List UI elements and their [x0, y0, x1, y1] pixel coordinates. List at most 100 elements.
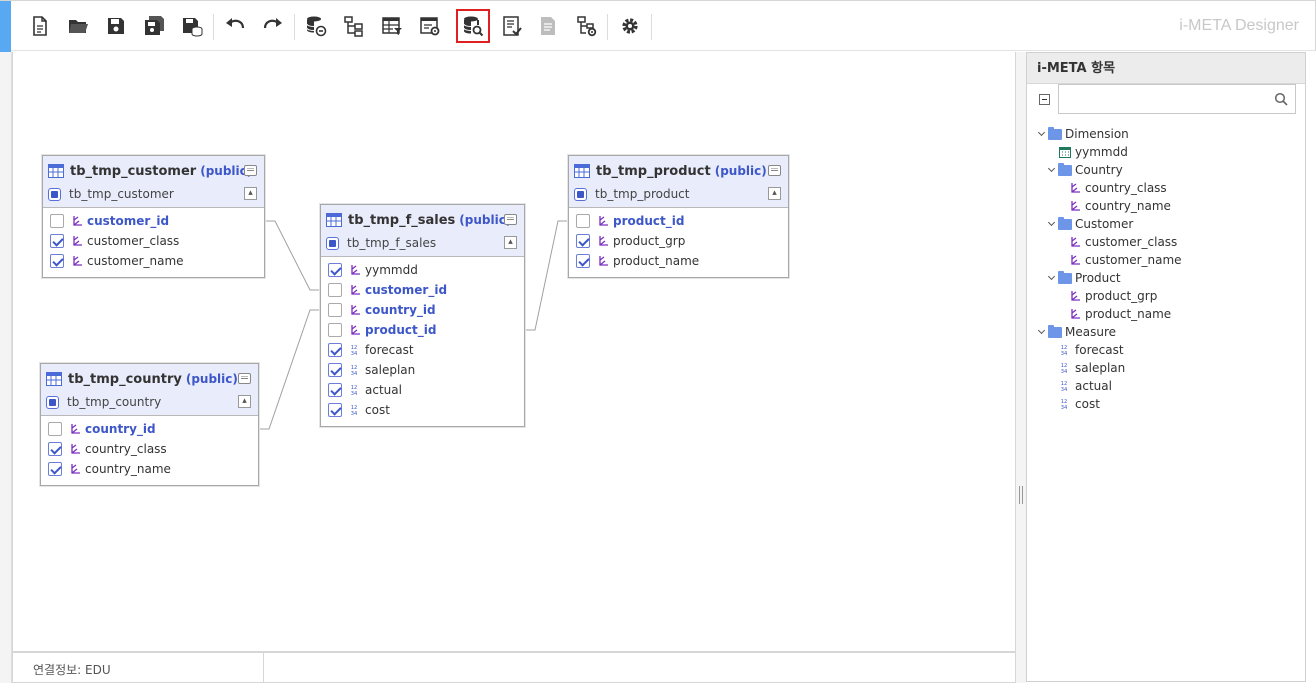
expand-toggle-icon[interactable] [1047, 165, 1057, 175]
column-row[interactable]: 12 34 cost [321, 400, 524, 420]
table-settings-button[interactable] [413, 9, 447, 43]
column-checkbox[interactable] [576, 214, 590, 228]
collapse-button[interactable]: ▴ [244, 187, 257, 200]
column-checkbox[interactable] [576, 254, 590, 268]
table-tb_tmp_customer[interactable]: tb_tmp_customer (public) tb_tmp_customer… [42, 155, 265, 278]
tree-node-product[interactable]: Product [1027, 269, 1305, 287]
table-header[interactable]: tb_tmp_f_sales (public) tb_tmp_f_sales ▴ [321, 205, 524, 257]
tree-structure-button[interactable] [337, 9, 371, 43]
column-checkbox[interactable] [328, 343, 342, 357]
collapse-button[interactable]: ▴ [768, 187, 781, 200]
expand-toggle-icon[interactable] [1037, 327, 1047, 337]
select-all-checkbox[interactable] [48, 187, 61, 201]
table-icon [46, 372, 62, 386]
search-icon[interactable] [1274, 92, 1288, 106]
column-checkbox[interactable] [328, 323, 342, 337]
tree-node-customer_class[interactable]: customer_class [1027, 233, 1305, 251]
column-row[interactable]: product_name [569, 251, 788, 271]
db-link-button[interactable] [299, 9, 333, 43]
settings-button[interactable] [613, 9, 647, 43]
column-row[interactable]: country_name [41, 459, 258, 479]
column-row[interactable]: customer_class [43, 231, 264, 251]
column-checkbox[interactable] [576, 234, 590, 248]
tree-node-cost[interactable]: 12 34 cost [1027, 395, 1305, 413]
column-checkbox[interactable] [328, 363, 342, 377]
tree-node-customer[interactable]: Customer [1027, 215, 1305, 233]
table-filter-button[interactable] [375, 9, 409, 43]
new-document-button[interactable] [23, 9, 57, 43]
column-checkbox[interactable] [328, 303, 342, 317]
select-all-checkbox[interactable] [574, 187, 587, 201]
search-input[interactable] [1058, 84, 1296, 114]
tree-node-country[interactable]: Country [1027, 161, 1305, 179]
table-menu-button[interactable] [244, 165, 257, 176]
expand-toggle-icon[interactable] [1037, 129, 1047, 139]
column-checkbox[interactable] [328, 403, 342, 417]
column-checkbox[interactable] [48, 442, 62, 456]
table-tb_tmp_country[interactable]: tb_tmp_country (public) tb_tmp_country ▴… [40, 363, 259, 486]
column-checkbox[interactable] [328, 263, 342, 277]
splitter-grip-icon[interactable] [1019, 486, 1023, 504]
table-header[interactable]: tb_tmp_country (public) tb_tmp_country ▴ [41, 364, 258, 416]
tree-node-saleplan[interactable]: 12 34 saleplan [1027, 359, 1305, 377]
column-name: product_name [613, 254, 700, 268]
column-checkbox[interactable] [50, 214, 64, 228]
tree-node-measure[interactable]: Measure [1027, 323, 1305, 341]
column-row[interactable]: yymmdd [321, 260, 524, 280]
table-header[interactable]: tb_tmp_customer (public) tb_tmp_customer… [43, 156, 264, 208]
db-search-button[interactable] [456, 9, 490, 43]
table-menu-button[interactable] [238, 373, 251, 384]
panel-splitter[interactable] [1016, 52, 1026, 683]
column-row[interactable]: 12 34 forecast [321, 340, 524, 360]
column-row[interactable]: 12 34 saleplan [321, 360, 524, 380]
save-db-button[interactable] [175, 9, 209, 43]
column-checkbox[interactable] [328, 383, 342, 397]
collapse-button[interactable]: ▴ [504, 236, 517, 249]
table-tb_tmp_f_sales[interactable]: tb_tmp_f_sales (public) tb_tmp_f_sales ▴… [320, 204, 525, 427]
tree-node-actual[interactable]: 12 34 actual [1027, 377, 1305, 395]
column-row[interactable]: 12 34 actual [321, 380, 524, 400]
table-header[interactable]: tb_tmp_product (public) tb_tmp_product ▴ [569, 156, 788, 208]
column-checkbox[interactable] [328, 283, 342, 297]
column-checkbox[interactable] [50, 234, 64, 248]
select-all-checkbox[interactable] [46, 395, 59, 409]
column-row[interactable]: product_id [321, 320, 524, 340]
tree-node-forecast[interactable]: 12 34 forecast [1027, 341, 1305, 359]
column-checkbox[interactable] [50, 254, 64, 268]
column-row[interactable]: customer_id [321, 280, 524, 300]
column-checkbox[interactable] [48, 422, 62, 436]
expand-toggle-icon[interactable] [1047, 273, 1057, 283]
redo-button[interactable] [256, 9, 290, 43]
collapse-button[interactable]: ▴ [238, 395, 251, 408]
column-row[interactable]: country_id [321, 300, 524, 320]
tree-node-country_class[interactable]: country_class [1027, 179, 1305, 197]
table-menu-button[interactable] [504, 214, 517, 225]
checklist-button[interactable] [495, 9, 529, 43]
table-icon [574, 164, 590, 178]
expand-toggle-icon[interactable] [1047, 219, 1057, 229]
tree-node-yymmdd[interactable]: yymmdd [1027, 143, 1305, 161]
column-row[interactable]: customer_name [43, 251, 264, 271]
tree-node-country_name[interactable]: country_name [1027, 197, 1305, 215]
table-tb_tmp_product[interactable]: tb_tmp_product (public) tb_tmp_product ▴… [568, 155, 789, 278]
column-row[interactable]: customer_id [43, 211, 264, 231]
column-row[interactable]: product_id [569, 211, 788, 231]
select-all-checkbox[interactable] [326, 236, 339, 250]
save-as-button[interactable] [137, 9, 171, 43]
undo-button[interactable] [218, 9, 252, 43]
measure-icon: 1234 [1061, 399, 1068, 410]
save-button[interactable] [99, 9, 133, 43]
tree-node-product_name[interactable]: product_name [1027, 305, 1305, 323]
column-row[interactable]: product_grp [569, 231, 788, 251]
table-menu-button[interactable] [768, 165, 781, 176]
column-row[interactable]: country_id [41, 419, 258, 439]
open-folder-button[interactable] [61, 9, 95, 43]
tree-node-dimension[interactable]: Dimension [1027, 125, 1305, 143]
tree-node-customer_name[interactable]: customer_name [1027, 251, 1305, 269]
collapse-all-button[interactable] [1039, 94, 1050, 105]
document-button[interactable] [531, 9, 565, 43]
tree-node-product_grp[interactable]: product_grp [1027, 287, 1305, 305]
column-checkbox[interactable] [48, 462, 62, 476]
column-row[interactable]: country_class [41, 439, 258, 459]
hierarchy-settings-button[interactable] [570, 9, 604, 43]
